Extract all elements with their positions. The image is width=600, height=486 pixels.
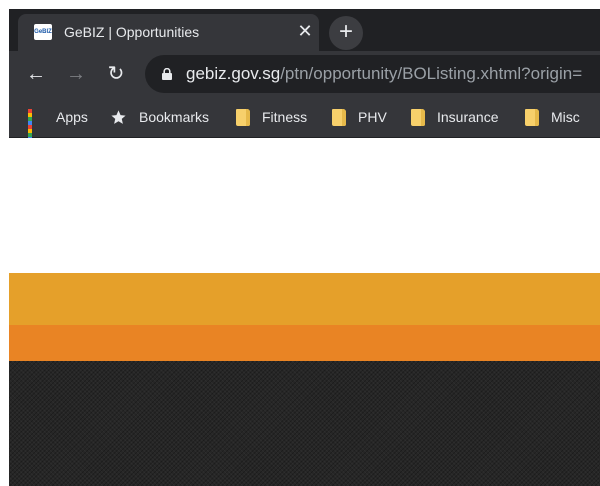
reload-button[interactable]: ↻: [103, 61, 129, 87]
star-icon: [111, 109, 126, 124]
close-tab-icon[interactable]: ✕: [296, 22, 314, 40]
bookmark-folder-insurance[interactable]: Insurance: [411, 106, 498, 128]
tab-gebiz-opportunities[interactable]: GeBIZ GeBIZ | Opportunities ✕: [18, 14, 319, 51]
folder-icon: [332, 108, 346, 126]
tab-title: GeBIZ | Opportunities: [64, 24, 200, 40]
bookmark-label: PHV: [358, 109, 387, 125]
lock-icon[interactable]: [162, 68, 172, 80]
address-bar[interactable]: gebiz.gov.sg/ptn/opportunity/BOListing.x…: [145, 55, 600, 93]
apps-grid-icon: [28, 109, 44, 145]
bookmarks-bar: Apps Bookmarks Fitness PHV Insurance Mis…: [9, 97, 600, 145]
header-band-orange: [9, 325, 600, 361]
bookmark-folder-phv[interactable]: PHV: [332, 106, 387, 128]
folder-icon: [236, 108, 250, 126]
bookmark-label: Insurance: [437, 109, 499, 125]
bookmark-label: Fitness: [262, 109, 308, 125]
forward-button[interactable]: →: [63, 61, 89, 87]
new-tab-button[interactable]: +: [329, 16, 363, 50]
dark-textured-banner: [9, 361, 600, 486]
bookmark-label: Bookmarks: [139, 109, 210, 125]
bookmark-bookmarks[interactable]: Bookmarks: [110, 106, 209, 128]
bookmark-label: Apps: [56, 109, 88, 125]
url-path: /ptn/opportunity/BOListing.xhtml?origin=: [280, 64, 583, 83]
gebiz-favicon-icon: GeBIZ: [34, 24, 52, 40]
url-host: gebiz.gov.sg: [186, 64, 281, 83]
folder-icon: [525, 108, 539, 126]
page-content: [9, 138, 600, 486]
header-band-yellow: [9, 273, 600, 325]
tab-strip: GeBIZ GeBIZ | Opportunities ✕ +: [9, 9, 600, 51]
bookmark-apps[interactable]: Apps: [28, 106, 88, 145]
back-button[interactable]: ←: [23, 61, 49, 87]
browser-toolbar: ← → ↻ gebiz.gov.sg/ptn/opportunity/BOLis…: [9, 51, 600, 97]
bookmark-folder-fitness[interactable]: Fitness: [236, 106, 307, 128]
bookmark-folder-misc[interactable]: Misc: [525, 106, 580, 128]
browser-window: GeBIZ GeBIZ | Opportunities ✕ + ← → ↻ ge…: [9, 9, 600, 486]
bookmark-label: Misc: [551, 109, 580, 125]
url-text[interactable]: gebiz.gov.sg/ptn/opportunity/BOListing.x…: [186, 64, 582, 84]
folder-icon: [411, 108, 425, 126]
